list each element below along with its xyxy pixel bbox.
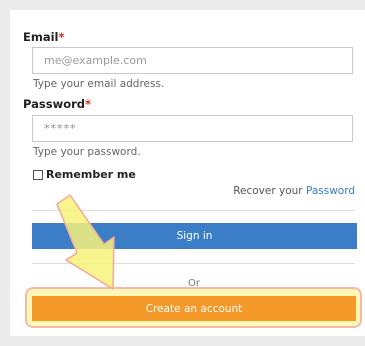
password-hint: Type your password. xyxy=(33,146,141,158)
recover-password-link[interactable]: Password xyxy=(306,185,355,197)
password-input[interactable] xyxy=(32,115,353,142)
sign-in-label: Sign in xyxy=(176,230,213,242)
email-required-mark: * xyxy=(58,30,65,44)
remember-me-label: Remember me xyxy=(46,168,136,181)
remember-me[interactable]: Remember me xyxy=(33,169,136,181)
page-background: Email* Type your email address. Password… xyxy=(0,0,365,346)
create-account-button[interactable]: Create an account xyxy=(32,296,356,321)
remember-me-checkbox[interactable] xyxy=(33,170,43,180)
divider-bottom xyxy=(32,263,355,264)
recover-prefix: Recover your xyxy=(233,185,303,197)
password-label-text: Password xyxy=(23,97,85,111)
email-input[interactable] xyxy=(32,47,353,74)
sign-in-button[interactable]: Sign in xyxy=(32,223,357,249)
email-hint: Type your email address. xyxy=(33,78,165,90)
password-required-mark: * xyxy=(85,97,92,111)
divider-top xyxy=(32,210,355,211)
email-label-text: Email xyxy=(23,30,59,44)
email-label: Email* xyxy=(23,30,65,44)
create-account-label: Create an account xyxy=(145,302,243,315)
recover-password: Recover your Password xyxy=(233,185,355,198)
password-label: Password* xyxy=(23,97,91,111)
